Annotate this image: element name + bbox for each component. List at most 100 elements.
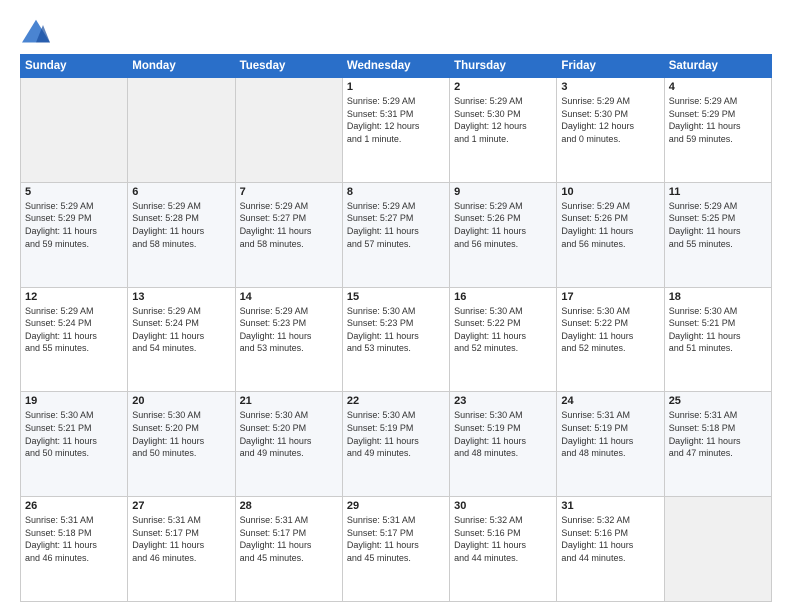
weekday-header-thursday: Thursday — [450, 55, 557, 78]
cell-content: Sunrise: 5:31 AMSunset: 5:18 PMDaylight:… — [25, 514, 123, 564]
cell-content: Sunrise: 5:29 AMSunset: 5:30 PMDaylight:… — [454, 95, 552, 145]
calendar-cell: 30 Sunrise: 5:32 AMSunset: 5:16 PMDayligh… — [450, 497, 557, 602]
calendar-cell: 18Sunrise: 5:30 AMSunset: 5:21 PMDayligh… — [664, 287, 771, 392]
weekday-header-saturday: Saturday — [664, 55, 771, 78]
day-number: 26 — [25, 500, 123, 512]
day-number: 24 — [561, 395, 659, 407]
week-row-2: 5Sunrise: 5:29 AMSunset: 5:29 PMDaylight… — [21, 182, 772, 287]
day-number: 29 — [347, 500, 445, 512]
cell-content: Sunrise: 5:29 AMSunset: 5:26 PMDaylight:… — [454, 200, 552, 250]
week-row-4: 19Sunrise: 5:30 AMSunset: 5:21 PMDayligh… — [21, 392, 772, 497]
calendar-table: SundayMondayTuesdayWednesdayThursdayFrid… — [20, 54, 772, 602]
weekday-header-friday: Friday — [557, 55, 664, 78]
calendar-cell: 5Sunrise: 5:29 AMSunset: 5:29 PMDaylight… — [21, 182, 128, 287]
cell-content: Sunrise: 5:31 AMSunset: 5:17 PMDaylight:… — [240, 514, 338, 564]
cell-content: Sunrise: 5:30 AMSunset: 5:19 PMDaylight:… — [347, 409, 445, 459]
day-number: 12 — [25, 291, 123, 303]
day-number: 17 — [561, 291, 659, 303]
cell-content: Sunrise: 5:31 AMSunset: 5:17 PMDaylight:… — [347, 514, 445, 564]
week-row-5: 26 Sunrise: 5:31 AMSunset: 5:18 PMDayligh… — [21, 497, 772, 602]
calendar-cell: 6Sunrise: 5:29 AMSunset: 5:28 PMDaylight… — [128, 182, 235, 287]
cell-content: Sunrise: 5:30 AMSunset: 5:23 PMDaylight:… — [347, 305, 445, 355]
calendar-cell: 22 Sunrise: 5:30 AMSunset: 5:19 PMDayligh… — [342, 392, 449, 497]
calendar-cell: 3 Sunrise: 5:29 AMSunset: 5:30 PMDaylight… — [557, 78, 664, 183]
calendar-cell: 8 Sunrise: 5:29 AMSunset: 5:27 PMDaylight… — [342, 182, 449, 287]
cell-content: Sunrise: 5:31 AMSunset: 5:17 PMDaylight:… — [132, 514, 230, 564]
day-number: 30 — [454, 500, 552, 512]
day-number: 7 — [240, 186, 338, 198]
day-number: 15 — [347, 291, 445, 303]
day-number: 19 — [25, 395, 123, 407]
cell-content: Sunrise: 5:32 AMSunset: 5:16 PMDaylight:… — [454, 514, 552, 564]
day-number: 4 — [669, 81, 767, 93]
calendar-cell: 2 Sunrise: 5:29 AMSunset: 5:30 PMDaylight… — [450, 78, 557, 183]
calendar-cell: 13Sunrise: 5:29 AMSunset: 5:24 PMDayligh… — [128, 287, 235, 392]
day-number: 10 — [561, 186, 659, 198]
logo-icon — [20, 18, 52, 46]
cell-content: Sunrise: 5:31 AMSunset: 5:18 PMDaylight:… — [669, 409, 767, 459]
week-row-3: 12 Sunrise: 5:29 AMSunset: 5:24 PMDayligh… — [21, 287, 772, 392]
calendar-cell — [664, 497, 771, 602]
cell-content: Sunrise: 5:29 AMSunset: 5:29 PMDaylight:… — [669, 95, 767, 145]
cell-content: Sunrise: 5:29 AMSunset: 5:27 PMDaylight:… — [347, 200, 445, 250]
calendar-cell — [21, 78, 128, 183]
calendar-cell — [235, 78, 342, 183]
day-number: 20 — [132, 395, 230, 407]
cell-content: Sunrise: 5:30 AMSunset: 5:21 PMDaylight:… — [669, 305, 767, 355]
day-number: 22 — [347, 395, 445, 407]
day-number: 23 — [454, 395, 552, 407]
cell-content: Sunrise: 5:31 AMSunset: 5:19 PMDaylight:… — [561, 409, 659, 459]
day-number: 8 — [347, 186, 445, 198]
day-number: 3 — [561, 81, 659, 93]
day-number: 14 — [240, 291, 338, 303]
calendar-cell: 20 Sunrise: 5:30 AMSunset: 5:20 PMDayligh… — [128, 392, 235, 497]
logo — [20, 18, 56, 46]
cell-content: Sunrise: 5:30 AMSunset: 5:20 PMDaylight:… — [240, 409, 338, 459]
calendar-cell: 27 Sunrise: 5:31 AMSunset: 5:17 PMDayligh… — [128, 497, 235, 602]
day-number: 28 — [240, 500, 338, 512]
day-number: 11 — [669, 186, 767, 198]
weekday-header-sunday: Sunday — [21, 55, 128, 78]
calendar-cell: 9 Sunrise: 5:29 AMSunset: 5:26 PMDaylight… — [450, 182, 557, 287]
calendar-cell: 17 Sunrise: 5:30 AMSunset: 5:22 PMDayligh… — [557, 287, 664, 392]
cell-content: Sunrise: 5:32 AMSunset: 5:16 PMDaylight:… — [561, 514, 659, 564]
calendar-cell: 23 Sunrise: 5:30 AMSunset: 5:19 PMDayligh… — [450, 392, 557, 497]
week-row-1: 1 Sunrise: 5:29 AMSunset: 5:31 PMDaylight… — [21, 78, 772, 183]
weekday-header-tuesday: Tuesday — [235, 55, 342, 78]
cell-content: Sunrise: 5:29 AMSunset: 5:24 PMDaylight:… — [25, 305, 123, 355]
cell-content: Sunrise: 5:29 AMSunset: 5:27 PMDaylight:… — [240, 200, 338, 250]
weekday-header-monday: Monday — [128, 55, 235, 78]
cell-content: Sunrise: 5:29 AMSunset: 5:26 PMDaylight:… — [561, 200, 659, 250]
calendar-cell: 24 Sunrise: 5:31 AMSunset: 5:19 PMDayligh… — [557, 392, 664, 497]
cell-content: Sunrise: 5:29 AMSunset: 5:29 PMDaylight:… — [25, 200, 123, 250]
cell-content: Sunrise: 5:29 AMSunset: 5:30 PMDaylight:… — [561, 95, 659, 145]
calendar-cell: 21 Sunrise: 5:30 AMSunset: 5:20 PMDayligh… — [235, 392, 342, 497]
cell-content: Sunrise: 5:30 AMSunset: 5:22 PMDaylight:… — [561, 305, 659, 355]
day-number: 21 — [240, 395, 338, 407]
cell-content: Sunrise: 5:30 AMSunset: 5:20 PMDaylight:… — [132, 409, 230, 459]
calendar-cell: 11Sunrise: 5:29 AMSunset: 5:25 PMDayligh… — [664, 182, 771, 287]
calendar-cell: 12 Sunrise: 5:29 AMSunset: 5:24 PMDayligh… — [21, 287, 128, 392]
calendar-cell: 14Sunrise: 5:29 AMSunset: 5:23 PMDayligh… — [235, 287, 342, 392]
cell-content: Sunrise: 5:30 AMSunset: 5:19 PMDaylight:… — [454, 409, 552, 459]
calendar-cell: 15 Sunrise: 5:30 AMSunset: 5:23 PMDayligh… — [342, 287, 449, 392]
calendar-cell: 10 Sunrise: 5:29 AMSunset: 5:26 PMDayligh… — [557, 182, 664, 287]
day-number: 16 — [454, 291, 552, 303]
day-number: 2 — [454, 81, 552, 93]
day-number: 25 — [669, 395, 767, 407]
calendar-cell: 29 Sunrise: 5:31 AMSunset: 5:17 PMDayligh… — [342, 497, 449, 602]
calendar-cell: 28 Sunrise: 5:31 AMSunset: 5:17 PMDayligh… — [235, 497, 342, 602]
cell-content: Sunrise: 5:29 AMSunset: 5:24 PMDaylight:… — [132, 305, 230, 355]
calendar-cell: 31 Sunrise: 5:32 AMSunset: 5:16 PMDayligh… — [557, 497, 664, 602]
day-number: 1 — [347, 81, 445, 93]
calendar-cell: 25 Sunrise: 5:31 AMSunset: 5:18 PMDayligh… — [664, 392, 771, 497]
calendar-cell: 16 Sunrise: 5:30 AMSunset: 5:22 PMDayligh… — [450, 287, 557, 392]
calendar-cell: 7 Sunrise: 5:29 AMSunset: 5:27 PMDaylight… — [235, 182, 342, 287]
header — [20, 18, 772, 46]
day-number: 27 — [132, 500, 230, 512]
cell-content: Sunrise: 5:30 AMSunset: 5:22 PMDaylight:… — [454, 305, 552, 355]
day-number: 9 — [454, 186, 552, 198]
cell-content: Sunrise: 5:29 AMSunset: 5:31 PMDaylight:… — [347, 95, 445, 145]
day-number: 6 — [132, 186, 230, 198]
day-number: 31 — [561, 500, 659, 512]
